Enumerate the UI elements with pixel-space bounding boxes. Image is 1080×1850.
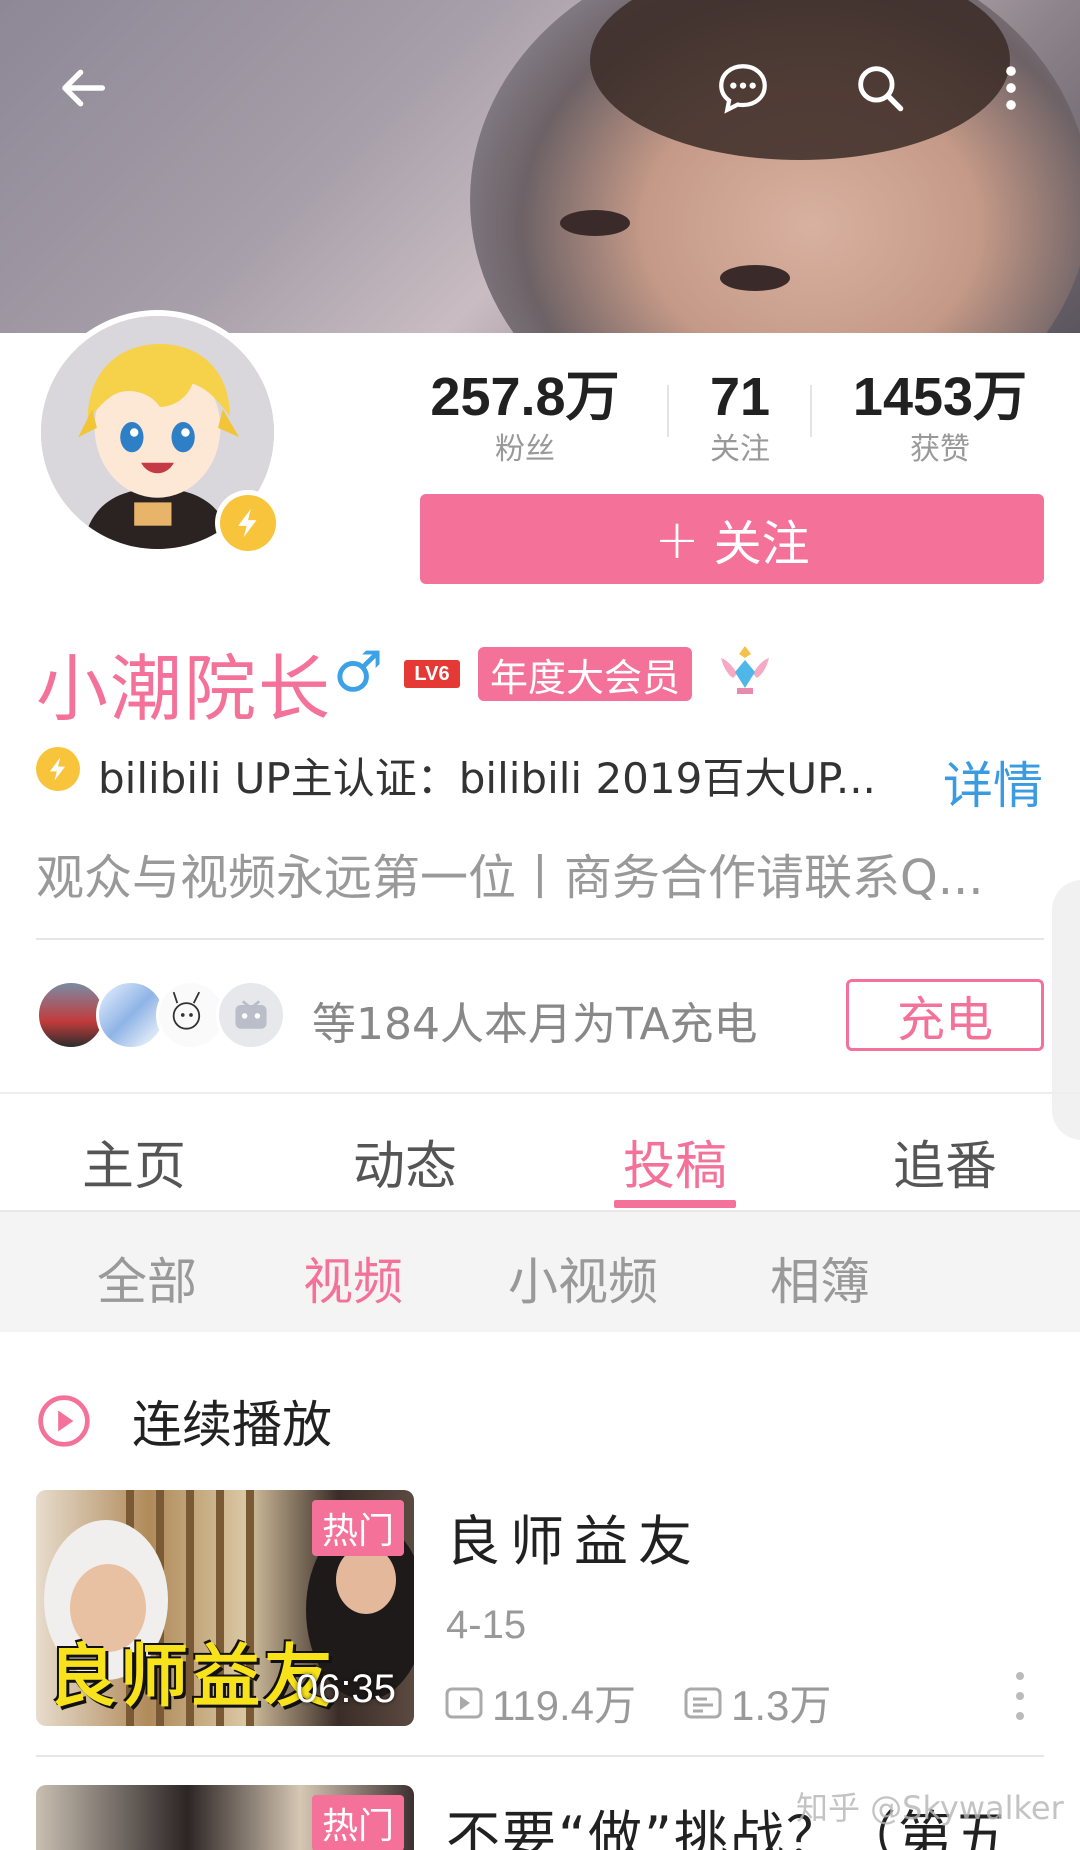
gender-male-icon: ♂ <box>333 640 384 705</box>
video-title[interactable]: 良师益友 <box>446 1497 702 1576</box>
video-views: 119.4万 <box>444 1672 636 1733</box>
lightning-icon <box>238 508 257 538</box>
watermark: 知乎 @Skywalker <box>796 1789 1064 1827</box>
certification-text: bilibili UP主认证：bilibili 2019百大UP... <box>98 754 876 803</box>
vip-badge[interactable]: 年度大会员 <box>478 647 693 701</box>
stat-value: 1453万 <box>852 367 1028 427</box>
stat-label: 获赞 <box>910 432 970 467</box>
stat-label: 粉丝 <box>495 432 555 467</box>
stat-likes[interactable]: 1453万 获赞 <box>830 368 1050 470</box>
active-tab-indicator <box>614 1200 736 1208</box>
stat-value: 71 <box>709 367 771 427</box>
charge-button[interactable]: 充电 <box>846 979 1044 1051</box>
subtab-short-video[interactable]: 小视频 <box>508 1242 658 1314</box>
tab-dynamics[interactable]: 动态 <box>305 1124 505 1199</box>
divider <box>36 1755 1044 1757</box>
autoplay-label: 连续播放 <box>132 1396 332 1454</box>
stat-value: 257.8万 <box>430 367 620 427</box>
lightning-icon <box>36 746 80 791</box>
tab-home[interactable]: 主页 <box>34 1124 234 1199</box>
stat-divider <box>667 385 669 437</box>
stat-label: 关注 <box>710 432 770 467</box>
back-arrow-icon[interactable] <box>50 55 116 121</box>
level-badge[interactable]: LV6 <box>404 660 460 688</box>
play-circle-icon <box>38 1395 90 1447</box>
thumbnail-caption: 良师益友 <box>48 1638 337 1717</box>
hot-badge: 热门 <box>311 1500 404 1556</box>
views-count: 119.4万 <box>492 1682 636 1729</box>
charge-summary: 等184人本月为TA充电 <box>312 999 758 1050</box>
divider <box>36 938 1044 940</box>
username: 小潮院长 <box>36 647 333 731</box>
upload-subtabs: 全部 视频 小视频 相簿 <box>0 1210 1080 1332</box>
autoplay-toggle[interactable]: 连续播放 <box>36 1385 332 1457</box>
certification: bilibili UP主认证：bilibili 2019百大UP... <box>36 745 876 806</box>
video-thumbnail[interactable]: 热门 良师益友 06:35 <box>36 1490 414 1726</box>
verified-badge <box>215 490 281 556</box>
video-more-icon[interactable] <box>1010 1672 1030 1720</box>
follow-label: 关注 <box>713 516 810 572</box>
supporter-avatar <box>216 980 286 1050</box>
stat-divider <box>810 385 812 437</box>
bio-text[interactable]: 观众与视频永远第一位丨商务合作请联系Q... <box>36 838 984 908</box>
plus-icon: + <box>654 507 700 571</box>
follow-button[interactable]: + 关注 <box>420 494 1044 584</box>
video-thumbnail[interactable]: 热门 <box>36 1785 414 1850</box>
tab-bangumi[interactable]: 追番 <box>845 1124 1045 1199</box>
tab-uploads[interactable]: 投稿 <box>575 1124 775 1199</box>
more-vertical-icon[interactable] <box>978 55 1044 121</box>
play-count-icon <box>445 1687 483 1718</box>
cover-image <box>0 0 1080 333</box>
danmaku-count: 1.3万 <box>731 1682 832 1729</box>
subtab-video[interactable]: 视频 <box>303 1242 403 1314</box>
video-danmaku: 1.3万 <box>683 1672 831 1733</box>
stat-fans[interactable]: 257.8万 粉丝 <box>420 368 630 470</box>
video-duration: 06:35 <box>295 1667 396 1711</box>
subtab-all[interactable]: 全部 <box>97 1242 197 1314</box>
hot-badge: 热门 <box>311 1795 404 1850</box>
subtab-album[interactable]: 相簿 <box>770 1242 870 1314</box>
vip-wing-icon[interactable] <box>715 640 775 700</box>
search-icon[interactable] <box>847 55 913 121</box>
stat-following[interactable]: 71 关注 <box>680 368 800 470</box>
profile-tabs: 主页 动态 投稿 追番 <box>0 1092 1080 1210</box>
detail-link[interactable]: 详情 <box>943 746 1043 818</box>
danmaku-icon <box>684 1687 722 1718</box>
video-date: 4-15 <box>446 1603 527 1647</box>
message-icon[interactable] <box>710 55 776 121</box>
